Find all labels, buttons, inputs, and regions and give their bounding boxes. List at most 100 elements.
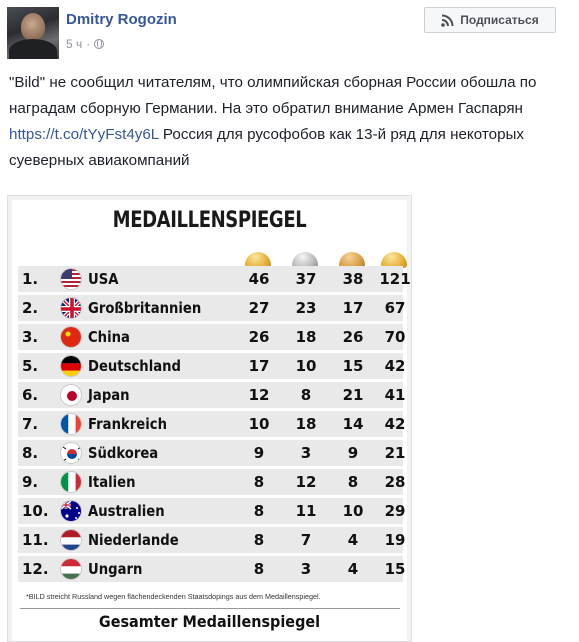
- post-text-paragraph-1: "Bild" не сообщил читателям, что олимпий…: [9, 74, 537, 117]
- table-row: 2. Großbritannien 27 23 17 67: [18, 295, 405, 321]
- table-row: 5. Deutschland 17 10 15 42: [18, 353, 405, 379]
- row-bronze: 26: [342, 328, 364, 346]
- netherlands-flag-icon: [60, 529, 82, 551]
- row-country: Ungarn: [88, 560, 143, 578]
- row-rank: 10.: [22, 502, 49, 520]
- table-row: 7. Frankreich 10 18 14 42: [18, 411, 405, 437]
- italy-flag-icon: [60, 471, 82, 493]
- table-row: 6. Japan 12 8 21 41: [18, 382, 405, 408]
- row-silver: 8: [300, 386, 312, 404]
- avatar-head: [21, 13, 45, 41]
- row-total: 15: [384, 560, 406, 578]
- row-bronze: 4: [347, 560, 359, 578]
- row-rank: 2.: [22, 299, 39, 317]
- row-silver: 10: [295, 357, 317, 375]
- row-country: Niederlande: [88, 531, 179, 549]
- row-silver: 37: [295, 270, 317, 288]
- post-text-paragraph-2: https://t.co/tYyFst4y6L Россия для русоф…: [9, 122, 575, 174]
- table-row: 9. Italien 8 12 8 28: [18, 469, 405, 495]
- row-gold: 26: [248, 328, 270, 346]
- row-rank: 7.: [22, 415, 39, 433]
- row-bronze: 21: [342, 386, 364, 404]
- row-rank: 3.: [22, 328, 39, 346]
- row-gold: 8: [253, 531, 265, 549]
- post-image[interactable]: MEDAILLENSPIEGEL 1. USA 46 37 38 121 2. Großbri…: [7, 195, 412, 642]
- row-total: 42: [384, 357, 406, 375]
- row-rank: 11.: [22, 531, 49, 549]
- medal-bottom-title: Gesamter Medaillenspiegel: [98, 612, 321, 631]
- row-total: 21: [384, 444, 406, 462]
- row-bronze: 17: [342, 299, 364, 317]
- row-total: 121: [379, 270, 411, 288]
- post-time[interactable]: 5 ч: [66, 37, 82, 51]
- row-bronze: 8: [347, 473, 359, 491]
- row-gold: 8: [253, 473, 265, 491]
- row-total: 19: [384, 531, 406, 549]
- row-country: Großbritannien: [88, 299, 202, 317]
- row-gold: 17: [248, 357, 270, 375]
- row-silver: 18: [295, 415, 317, 433]
- row-gold: 27: [248, 299, 270, 317]
- china-flag-icon: [60, 326, 82, 348]
- row-bronze: 14: [342, 415, 364, 433]
- medal-footnote: *BILD streicht Russland wegen flächendec…: [26, 592, 321, 601]
- row-country: China: [88, 328, 130, 346]
- table-row: 8. Südkorea 9 3 9 21: [18, 440, 405, 466]
- japan-flag-icon: [60, 384, 82, 406]
- row-bronze: 10: [342, 502, 364, 520]
- row-country: USA: [88, 270, 119, 288]
- table-row: 11. Niederlande 8 7 4 19: [18, 527, 405, 553]
- row-gold: 9: [253, 444, 265, 462]
- row-rank: 6.: [22, 386, 39, 404]
- table-row: 3. China 26 18 26 70: [18, 324, 405, 350]
- meta-separator: ·: [86, 37, 91, 51]
- table-row: 1. USA 46 37 38 121: [18, 266, 411, 292]
- row-silver: 11: [295, 502, 317, 520]
- table-row: 12. Ungarn 8 3 4 15: [18, 556, 405, 582]
- row-gold: 8: [253, 560, 265, 578]
- row-gold: 46: [248, 270, 270, 288]
- author-name[interactable]: Dmitry Rogozin: [66, 11, 177, 28]
- usa-flag-icon: [60, 268, 82, 290]
- post-meta: 5 ч ·: [66, 36, 105, 52]
- row-gold: 8: [253, 502, 265, 520]
- row-rank: 9.: [22, 473, 39, 491]
- row-rank: 12.: [22, 560, 49, 578]
- avatar-shoulders: [9, 39, 57, 59]
- medal-table-title: MEDAILLENSPIEGEL: [112, 208, 307, 233]
- row-total: 67: [384, 299, 406, 317]
- korea-flag-icon: [60, 442, 82, 464]
- globe-icon[interactable]: [94, 39, 105, 49]
- subscribe-label: Подписаться: [460, 13, 539, 27]
- row-silver: 3: [300, 560, 312, 578]
- row-total: 42: [384, 415, 406, 433]
- row-total: 70: [384, 328, 406, 346]
- medal-rows: 1. USA 46 37 38 121 2. Großbritannien 27 23 17 67 3.…: [18, 266, 411, 585]
- row-rank: 8.: [22, 444, 39, 462]
- row-total: 41: [384, 386, 406, 404]
- row-bronze: 15: [342, 357, 364, 375]
- hungary-flag-icon: [60, 558, 82, 580]
- row-gold: 12: [248, 386, 270, 404]
- row-rank: 5.: [22, 357, 39, 375]
- table-row: 10. Australien 8 11 10 29: [18, 498, 405, 524]
- subscribe-button[interactable]: Подписаться: [424, 7, 556, 33]
- row-silver: 23: [295, 299, 317, 317]
- row-gold: 10: [248, 415, 270, 433]
- row-country: Deutschland: [88, 357, 181, 375]
- row-total: 29: [384, 502, 406, 520]
- australia-flag-icon: [60, 500, 82, 522]
- row-rank: 1.: [22, 270, 39, 288]
- row-silver: 18: [295, 328, 317, 346]
- france-flag-icon: [60, 413, 82, 435]
- row-country: Frankreich: [88, 415, 167, 433]
- row-bronze: 4: [347, 531, 359, 549]
- row-country: Japan: [88, 386, 130, 404]
- medal-divider: [20, 608, 400, 609]
- author-avatar[interactable]: [7, 7, 59, 59]
- post-link[interactable]: https://t.co/tYyFst4y6L: [9, 126, 159, 143]
- row-country: Australien: [88, 502, 165, 520]
- germany-flag-icon: [60, 355, 82, 377]
- gb-flag-icon: [60, 297, 82, 319]
- row-country: Südkorea: [88, 444, 159, 462]
